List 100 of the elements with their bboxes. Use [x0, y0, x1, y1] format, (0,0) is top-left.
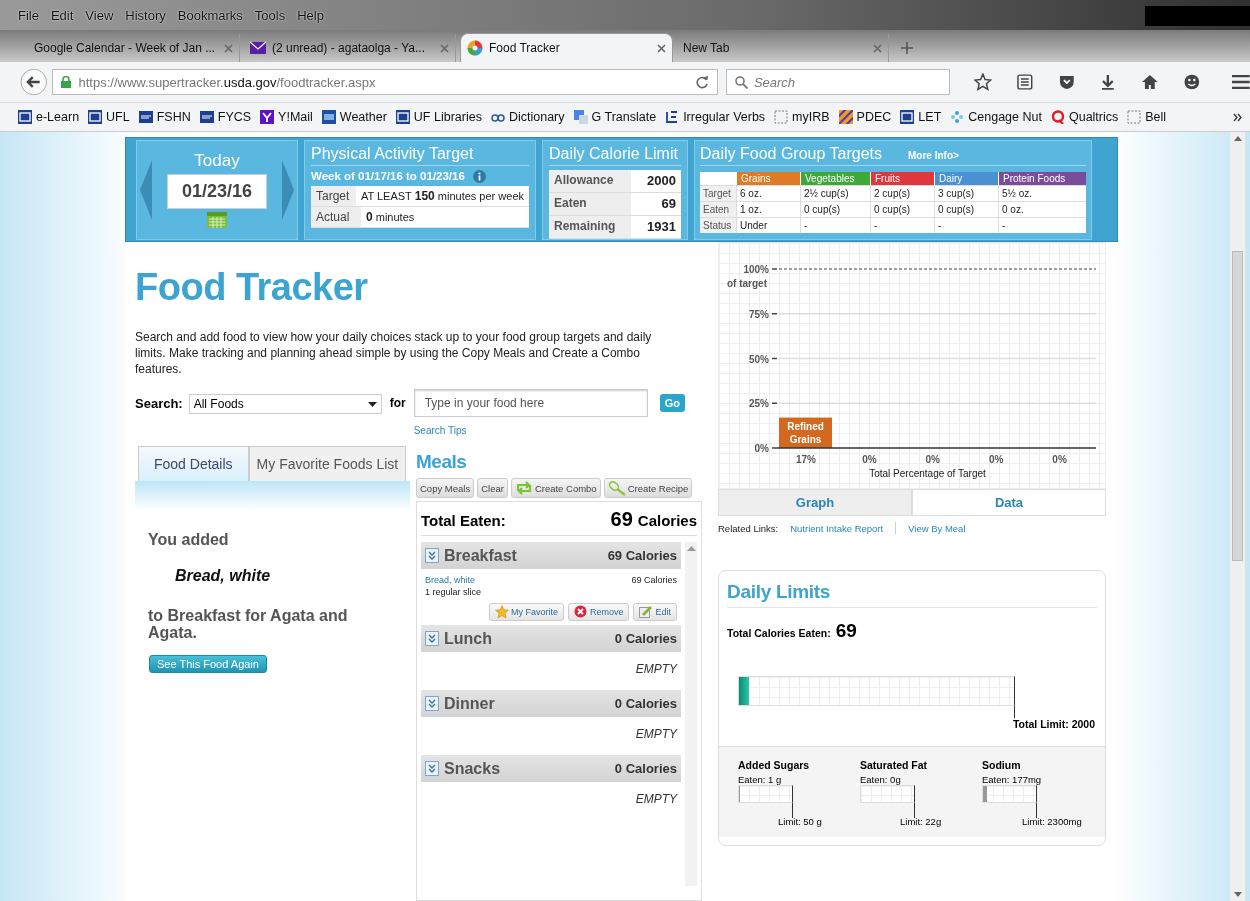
reload-icon[interactable] — [694, 75, 709, 89]
menu-item[interactable]: View — [85, 7, 114, 23]
tab[interactable]: Data — [912, 489, 1106, 516]
tab[interactable]: My Favorite Foods List — [248, 446, 407, 481]
list-icon[interactable] — [1015, 73, 1034, 91]
menu-item[interactable]: History — [125, 7, 166, 23]
address-field[interactable]: https://www.supertracker.usda.gov/foodtracker.aspx — [51, 69, 718, 95]
link[interactable]: Nutrient Intake Report — [790, 522, 884, 534]
info-icon[interactable] — [472, 169, 486, 183]
close-icon[interactable] — [873, 43, 882, 53]
square-logo-icon — [199, 110, 214, 124]
meal-header[interactable]: Snacks 0 Calories — [421, 755, 681, 782]
bookmark[interactable]: Y!Mail — [278, 110, 313, 124]
table-cell-text: 0 minutes — [365, 208, 416, 226]
bracket-icon — [665, 110, 680, 124]
menu-item[interactable]: File — [18, 7, 39, 23]
food-action-button[interactable]: My Favorite — [488, 603, 564, 621]
browser-tab[interactable]: Food Tracker — [460, 33, 673, 62]
search-tips-link[interactable]: Search Tips — [413, 425, 648, 436]
scrollbar[interactable] — [1230, 132, 1245, 901]
meal-header[interactable]: Lunch 0 Calories — [421, 625, 681, 652]
ring-icon — [1050, 110, 1065, 124]
shield-icon[interactable] — [1057, 73, 1076, 91]
meal-header[interactable]: Breakfast 69 Calories — [421, 542, 681, 569]
expand-icon[interactable] — [425, 631, 439, 646]
bookmark[interactable]: e-Learn — [36, 110, 80, 124]
expand-icon[interactable] — [425, 696, 439, 711]
table-cell-text: 1931 — [646, 217, 677, 236]
bookmark[interactable]: Bell — [1145, 110, 1167, 124]
menu-item[interactable]: Edit — [50, 7, 74, 23]
new-tab-icon[interactable] — [901, 42, 913, 54]
axis-label: 100% — [743, 264, 769, 275]
panel-title: Daily Food Group Targets — [700, 144, 882, 163]
table-cell: 2 cup(s) — [870, 184, 934, 201]
close-icon[interactable] — [224, 43, 233, 53]
scroll-thumb[interactable] — [1232, 251, 1243, 561]
bookmark[interactable]: LET — [918, 110, 942, 124]
table-cell: 0 cup(s) — [934, 200, 998, 217]
bookmark[interactable]: FYCS — [217, 110, 252, 124]
meal-action-button[interactable]: Copy Meals — [416, 478, 475, 498]
bookmark[interactable]: UF Libraries — [413, 110, 482, 124]
tab[interactable]: Food Details — [138, 446, 249, 481]
table-cell: 0 cup(s) — [800, 200, 870, 217]
close-icon[interactable] — [657, 43, 666, 53]
bookmark[interactable]: Dictionary — [508, 110, 565, 124]
menu-item[interactable]: Help — [297, 7, 324, 23]
food-link[interactable]: Bread, white — [425, 575, 476, 585]
eaten-label: Eaten: 1 g — [738, 774, 783, 785]
section-title: Meals — [416, 451, 468, 473]
related-links-label: Related Links: — [718, 522, 779, 534]
page-title: Food Tracker — [135, 266, 369, 309]
expand-icon[interactable] — [425, 548, 439, 563]
star-icon[interactable] — [974, 73, 992, 91]
table-cell: 1 oz. — [736, 200, 800, 217]
meal-action-button[interactable]: Clear — [477, 478, 508, 498]
menu-item[interactable]: Tools — [254, 7, 286, 23]
close-icon[interactable] — [440, 43, 449, 53]
search-field[interactable]: Search — [725, 69, 951, 95]
bookmark[interactable]: Cengage Nut — [968, 110, 1042, 124]
food-action-button[interactable]: Edit — [633, 603, 677, 621]
value-label: 0% — [988, 454, 1004, 465]
empty-label: EMPTY — [634, 727, 677, 741]
bookmark[interactable]: Qualtrics — [1068, 110, 1119, 124]
meal-header[interactable]: Dinner 0 Calories — [421, 690, 681, 717]
menu-item[interactable]: Bookmarks — [177, 7, 243, 23]
download-icon[interactable] — [1099, 73, 1117, 91]
tab[interactable]: Graph — [718, 489, 912, 516]
bookmark[interactable]: myIRB — [792, 110, 830, 124]
category-dropdown[interactable]: All Foods — [188, 394, 382, 414]
smiley-icon[interactable] — [1182, 73, 1201, 91]
bookmark[interactable]: PDEC — [856, 110, 892, 124]
bookmark[interactable]: UFL — [106, 110, 130, 124]
chevrons-icon[interactable] — [1233, 113, 1242, 122]
food-search-field[interactable]: Type in your food here — [413, 389, 648, 417]
row-header: Target — [700, 184, 736, 201]
bookmark[interactable]: Irregular Verbs — [683, 110, 766, 124]
envelope-icon — [250, 41, 266, 55]
calendar-icon[interactable] — [207, 212, 227, 228]
calories-unit: Calories — [637, 512, 697, 529]
bookmark[interactable]: FSHN — [156, 110, 191, 124]
table-cell: 5½ oz. — [998, 184, 1086, 201]
series-label: Refined Grains — [787, 420, 824, 445]
axis-title: of target — [727, 278, 767, 289]
food-action-button[interactable]: Remove — [567, 603, 630, 621]
whisk-icon — [607, 480, 626, 496]
expand-icon[interactable] — [425, 761, 439, 776]
bookmark[interactable]: Weather — [339, 110, 387, 124]
meal-action-button[interactable]: Create Recipe — [603, 478, 693, 498]
bookmark[interactable]: G Translate — [591, 110, 657, 124]
table-cell: Eaten — [549, 192, 631, 215]
meal-action-button[interactable]: Create Combo — [510, 478, 601, 498]
date-field[interactable]: 01/23/16 — [166, 174, 268, 209]
menu-icon[interactable] — [1232, 74, 1250, 90]
scrollbar[interactable] — [685, 542, 697, 886]
panel-title: Daily Calorie Limit — [549, 144, 681, 166]
column-header: Grains — [736, 171, 800, 185]
back-icon[interactable] — [20, 68, 48, 96]
pencil-icon — [639, 605, 654, 619]
link[interactable]: View By Meal — [908, 522, 966, 534]
home-icon[interactable] — [1140, 73, 1159, 91]
